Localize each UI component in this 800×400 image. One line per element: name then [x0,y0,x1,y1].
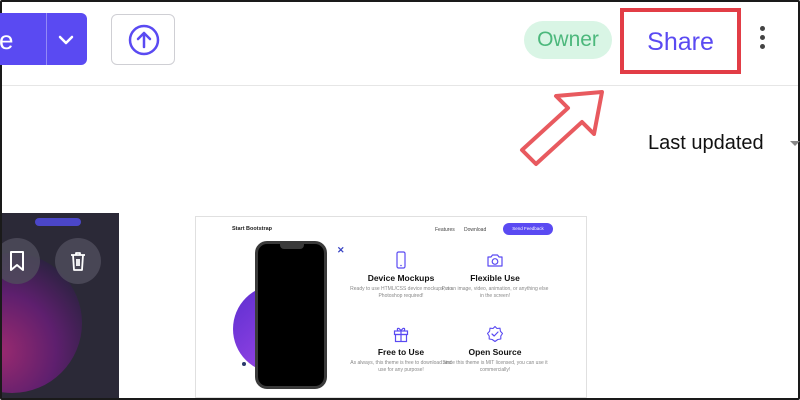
feature-title: Flexible Use [470,273,520,283]
phone-mockup [255,241,327,389]
card-tag [35,218,81,226]
camera-icon [487,254,503,267]
share-button[interactable]: Share [624,12,737,70]
feature-open-source: Open Source Since this theme is MIT lice… [440,325,550,374]
preview-dot [242,362,246,366]
feature-flexible-use: Flexible Use Put an image, video, animat… [440,251,550,300]
sort-caret-icon[interactable] [790,141,800,146]
upload-arrow-icon [128,24,160,56]
preview-nav-features: Features [435,227,455,233]
close-icon: ✕ [337,245,345,255]
badge-check-icon [486,325,504,343]
feature-desc: Since this theme is MIT licensed, you ca… [442,360,548,373]
chevron-down-icon[interactable] [54,28,78,52]
feature-title: Open Source [468,347,522,357]
split-action-button[interactable]: e [0,13,87,65]
owner-badge: Owner [524,21,612,59]
split-action-label: e [0,25,14,55]
top-toolbar: e Owner Share [0,2,798,86]
project-card-thumbnail[interactable] [2,213,119,398]
more-options-icon[interactable] [756,26,768,54]
trash-icon [71,252,85,271]
share-highlight-box: Share [620,8,741,74]
pointer-arrow-annotation [520,90,604,166]
preview-brand: Start Bootstrap [232,226,273,232]
upload-button[interactable] [111,14,175,65]
bookmark-icon [10,251,24,271]
split-divider [46,13,47,65]
sort-label[interactable]: Last updated [648,132,764,155]
template-preview-card[interactable]: Start Bootstrap Features Download Send F… [195,216,587,398]
phone-icon [396,251,406,269]
preview-feedback-button: Send Feedback [503,223,553,235]
preview-nav-download: Download [464,227,487,233]
delete-button[interactable] [55,238,101,284]
feature-desc: Put an image, video, animation, or anyth… [441,286,549,299]
gift-icon [393,327,409,343]
